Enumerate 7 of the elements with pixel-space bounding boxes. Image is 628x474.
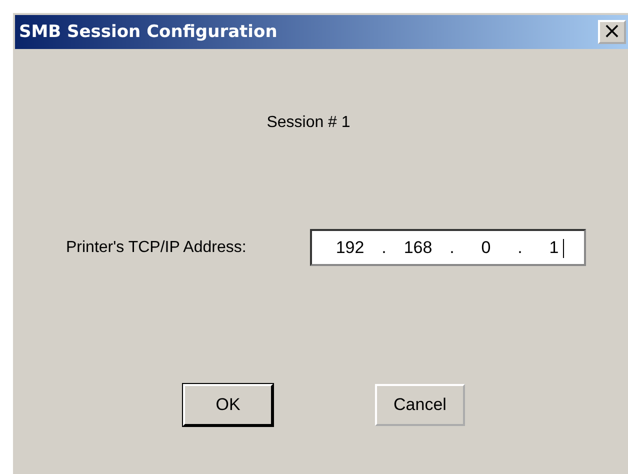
window-title: SMB Session Configuration — [18, 22, 278, 42]
address-label: Printer's TCP/IP Address: — [66, 238, 248, 256]
session-label: Session # 1 — [266, 114, 350, 132]
cancel-button[interactable]: Cancel — [375, 384, 465, 426]
ip-address-field[interactable]: 192 . 168 . 0 . 1 — [310, 229, 586, 266]
ok-button[interactable]: OK — [183, 384, 273, 426]
close-button[interactable]: × — [598, 20, 626, 44]
